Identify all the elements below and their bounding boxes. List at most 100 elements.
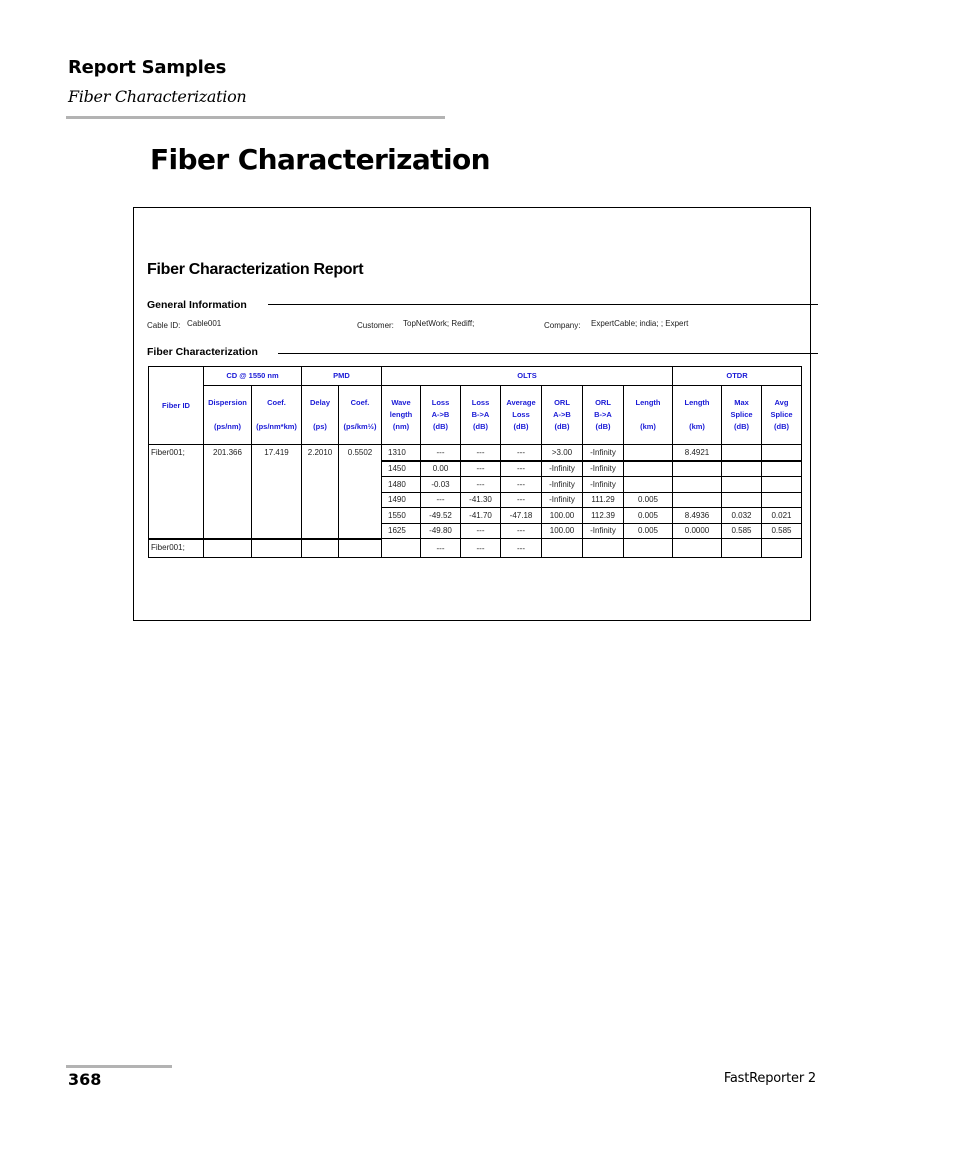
avg-loss-cell: --- [500,476,542,493]
avg-splice-cell: 0.585 [761,522,802,539]
orl-ab-cell: -Infinity [541,476,583,493]
loss-ba-cell: -41.30 [460,491,501,508]
avg-loss-cell: --- [500,538,542,558]
column-header-line: Length [635,398,661,407]
column-header-otdr-length: Length (km) [672,385,722,445]
orl-ba-cell [582,538,624,558]
column-header-olts-length: Length (km) [623,385,673,445]
loss-ab-cell: --- [420,538,461,558]
column-header-line: length [389,410,413,419]
column-header-line: Average [506,398,536,407]
avg-splice-cell [761,538,802,558]
column-header-line: (ps) [313,422,327,431]
column-header-line: (nm) [392,422,410,431]
orl-ba-cell: 111.29 [582,491,624,508]
orl-ba-cell: -Infinity [582,444,624,462]
otdr-length-cell [672,476,722,493]
max-splice-cell: 0.585 [721,522,762,539]
orl-ab-cell: 100.00 [541,522,583,539]
column-header-loss-ba: Loss B->A (dB) [460,385,501,445]
orl-ba-cell: -Infinity [582,460,624,477]
fiber-id-cell: Fiber001; [148,444,204,540]
column-header-line: Delay [309,398,330,407]
cable-id-value: Cable001 [187,319,222,328]
column-header-line: ORL [554,398,570,407]
avg-splice-cell [761,491,802,508]
table-row: Fiber001; --- --- --- [148,538,802,558]
column-header-line: A->B [431,410,450,419]
olts-length-cell [623,460,673,477]
max-splice-cell [721,491,762,508]
loss-ba-cell: --- [460,476,501,493]
otdr-length-cell [672,460,722,477]
max-splice-cell [721,460,762,477]
column-header-line: (ps/nm*km) [256,422,297,431]
subsection-title: Fiber Characterization [68,87,247,106]
column-header-line: Coef. [267,398,286,407]
orl-ba-cell: -Infinity [582,476,624,493]
footer-divider [66,1065,172,1068]
column-header-line: B->A [471,410,490,419]
olts-length-cell: 0.005 [623,507,673,524]
olts-length-cell [623,444,673,462]
avg-splice-cell [761,476,802,493]
column-header-line: (dB) [433,422,448,431]
fiber-id-cell: Fiber001; [148,538,204,558]
avg-loss-cell: --- [500,491,542,508]
avg-loss-cell: -47.18 [500,507,542,524]
dispersion-cell: 201.366 [203,444,252,540]
wavelength-cell: 1450 [381,460,421,477]
column-header-line: (ps/nm) [213,422,242,431]
otdr-length-cell [672,491,722,508]
column-header-dispersion: Dispersion (ps/nm) [203,385,252,445]
otdr-length-cell: 8.4921 [672,444,722,462]
group-header-row: Fiber ID CD @ 1550 nm PMD OLTS OTDR [148,366,802,445]
header-fiber-id: Fiber ID [148,366,204,445]
loss-ba-cell: --- [460,460,501,477]
column-header-line: Loss [431,398,450,407]
column-header-line: Splice [770,410,793,419]
avg-splice-cell [761,460,802,477]
avg-splice-cell [761,444,802,462]
wavelength-cell: 1490 [381,491,421,508]
fiber-char-heading: Fiber Characterization [147,346,258,358]
cd-coef-cell: 17.419 [251,444,302,540]
max-splice-cell [721,538,762,558]
wavelength-cell: 1550 [381,507,421,524]
loss-ab-cell: -0.03 [420,476,461,493]
column-header-pmd-coef: Coef. (ps/km½) [338,385,382,445]
olts-length-cell [623,476,673,493]
column-header-line: Splice [730,410,753,419]
orl-ab-cell: 100.00 [541,507,583,524]
table-row: Fiber001; 201.366 17.419 2.2010 0.5502 1310 --… [148,444,802,540]
header-group-otdr: OTDR [672,366,802,386]
loss-ba-cell: --- [460,444,501,462]
loss-ab-cell: --- [420,444,461,462]
avg-loss-cell: --- [500,522,542,539]
column-header-avg-splice: Avg Splice (dB) [761,385,802,445]
column-header-line: B->A [594,410,612,419]
column-header-line: ORL [595,398,611,407]
avg-loss-cell: --- [500,460,542,477]
column-header-wavelength: Wave length (nm) [381,385,421,445]
column-header-line: (dB) [513,422,529,431]
column-header-line: (dB) [554,422,570,431]
product-name: FastReporter 2 [723,1071,816,1086]
loss-ab-cell: 0.00 [420,460,461,477]
page-number: 368 [68,1070,102,1089]
customer-value: TopNetWork; Rediff; [403,319,475,328]
column-header-avg-loss: Average Loss (dB) [500,385,542,445]
delay-cell: 2.2010 [301,444,339,540]
column-header-line: (dB) [473,422,488,431]
orl-ba-cell: -Infinity [582,522,624,539]
column-header-line: (km) [689,422,705,431]
column-header-row: Dispersion (ps/nm) Coef. (ps/nm*km) Delay (ps… [149,385,802,445]
column-header-orl-ba: ORL B->A (dB) [582,385,624,445]
company-label: Company: [544,321,581,330]
orl-ab-cell: -Infinity [541,460,583,477]
company-value: ExpertCable; india; ; Expert [591,319,689,328]
report-title: Fiber Characterization Report [147,261,364,278]
fiber-characterization-table: Fiber ID CD @ 1550 nm PMD OLTS OTDR Disp… [148,366,802,558]
avg-loss-cell: --- [500,444,542,462]
orl-ab-cell [541,538,583,558]
